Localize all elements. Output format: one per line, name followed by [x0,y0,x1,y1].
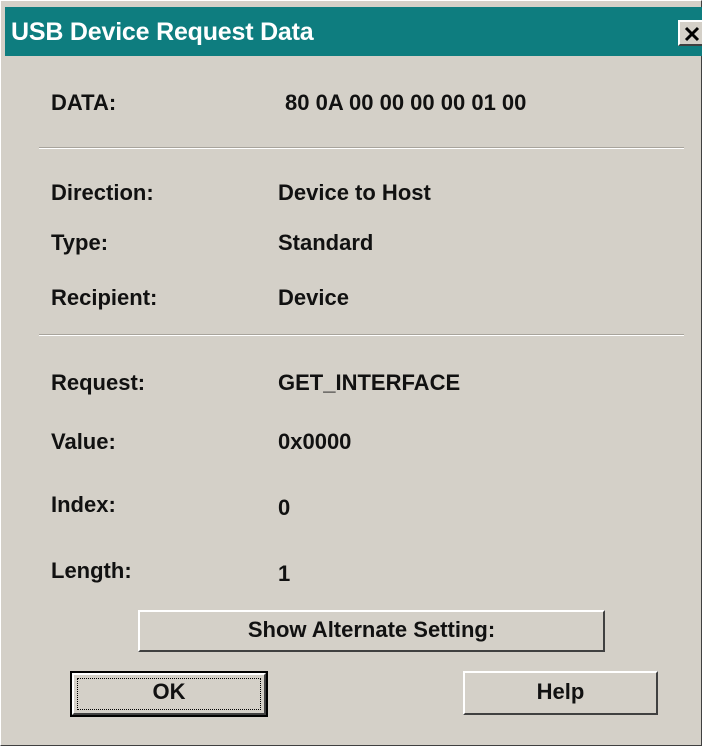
value-value: 0x0000 [278,429,352,454]
title-bar[interactable]: USB Device Request Data [5,7,702,56]
request-label: Request: [51,370,146,395]
separator-top [39,147,684,149]
index-value: 0 [278,495,291,520]
separator-middle [39,334,684,336]
close-icon [684,26,700,42]
request-value: GET_INTERFACE [278,370,461,395]
index-label: Index: [51,492,116,517]
length-label: Length: [51,558,132,583]
type-label: Type: [51,230,109,255]
recipient-value: Device [278,285,349,310]
usb-device-request-dialog: USB Device Request Data DATA: 80 0A 00 0… [0,0,702,746]
length-value: 1 [278,561,291,586]
recipient-label: Recipient: [51,285,158,310]
show-alternate-setting-label: Show Alternate Setting: [247,617,496,642]
help-label: Help [536,679,585,704]
close-button[interactable] [678,20,702,46]
direction-label: Direction: [51,180,154,205]
data-value: 80 0A 00 00 00 00 01 00 [285,90,527,115]
help-button[interactable]: Help [463,671,658,715]
data-label: DATA: [51,90,117,115]
direction-value: Device to Host [278,180,431,205]
ok-label: OK [152,679,186,704]
value-label: Value: [51,429,116,454]
type-value: Standard [278,230,374,255]
show-alternate-setting-button[interactable]: Show Alternate Setting: [138,610,605,652]
ok-button[interactable]: OK [70,671,268,717]
window-title: USB Device Request Data [11,18,314,46]
